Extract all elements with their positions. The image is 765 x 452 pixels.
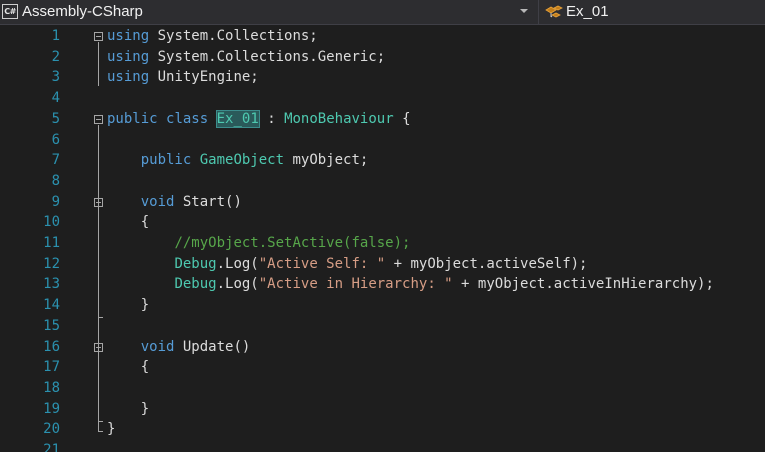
line-number: 7 (51, 152, 60, 169)
code-line[interactable]: { (107, 357, 149, 378)
keyword-token: public (140, 152, 192, 169)
line-number: 13 (43, 276, 60, 293)
collapse-icon[interactable] (94, 198, 103, 207)
keyword-token: using (107, 28, 150, 44)
outline-guide-end (98, 317, 103, 318)
code-token: Update() (174, 338, 251, 355)
code-line[interactable]: } (107, 419, 115, 440)
code-token: .Log( (216, 255, 259, 272)
line-number: 16 (43, 338, 60, 355)
keyword-token: using (107, 48, 150, 65)
outline-guide-end (98, 431, 103, 432)
comment-token: //myObject.SetActive(false); (174, 235, 411, 251)
code-token: { (107, 214, 150, 231)
line-number: 3 (51, 69, 60, 86)
keyword-token: class (166, 110, 209, 127)
code-token: : (258, 110, 285, 127)
code-token: Start() (174, 193, 242, 210)
project-name: Assembly-CSharp (22, 3, 143, 20)
code-line[interactable]: using System.Collections; (107, 26, 318, 47)
collapse-icon[interactable] (94, 115, 103, 124)
collapse-icon[interactable] (94, 343, 103, 352)
type-token: GameObject (199, 152, 285, 169)
outline-guide (98, 42, 99, 86)
line-number: 4 (51, 90, 60, 107)
line-number: 19 (43, 400, 60, 417)
project-dropdown[interactable]: C# Assembly-CSharp (0, 0, 537, 25)
code-token: { (393, 110, 411, 127)
keyword-token: void (140, 338, 175, 355)
code-token: { (107, 359, 150, 376)
code-token: System.Collections; (149, 28, 318, 44)
code-line[interactable]: using UnityEngine; (107, 67, 259, 88)
line-number: 10 (43, 214, 60, 231)
code-token: } (107, 297, 150, 314)
code-token: System.Collections.Generic; (149, 48, 386, 65)
keyword-token: using (107, 69, 150, 86)
line-number: 18 (43, 379, 60, 396)
class-name: Ex_01 (566, 3, 609, 20)
line-number: 6 (51, 131, 60, 148)
string-token: "Active Self: " (258, 255, 386, 272)
code-line[interactable]: } (107, 295, 149, 316)
type-token: Debug (174, 276, 217, 293)
code-line[interactable]: using System.Collections.Generic; (107, 47, 385, 68)
code-line[interactable]: void Update() (107, 337, 251, 358)
collapse-icon[interactable] (94, 32, 103, 41)
line-number-gutter: 1 2 3 4 5 6 7 8 9 10 11 12 13 14 15 16 17 18 19 20 21 (0, 26, 62, 452)
line-number: 14 (43, 297, 60, 314)
code-token: UnityEngine; (149, 69, 259, 86)
line-number: 8 (51, 172, 60, 189)
line-number: 12 (43, 255, 60, 272)
code-area[interactable]: 1 2 3 4 5 6 7 8 9 10 11 12 13 14 15 16 17 18 19 20 21 using … (0, 26, 765, 452)
line-number: 17 (43, 359, 60, 376)
code-line[interactable]: void Start() (107, 192, 242, 213)
code-text[interactable]: using System.Collections; using System.Co… (107, 26, 765, 452)
code-line[interactable]: { (107, 212, 149, 233)
code-line[interactable]: public GameObject myObject; (107, 150, 369, 171)
outline-guide (98, 125, 99, 431)
line-number: 1 (51, 28, 60, 44)
line-number: 9 (51, 193, 60, 210)
code-line[interactable]: Debug.Log("Active in Hierarchy: " + myOb… (107, 274, 714, 295)
code-token: myObject; (284, 152, 369, 169)
code-line[interactable]: } (107, 399, 149, 420)
line-number: 5 (51, 110, 60, 127)
code-token: + myObject.activeSelf); (385, 255, 588, 272)
keyword-token: public (107, 110, 158, 127)
type-token: Debug (174, 255, 217, 272)
keyword-token: void (140, 193, 175, 210)
code-editor-window: C# Assembly-CSharp Ex_01 1 2 3 4 5 6 7 8 9 10 11 12… (0, 0, 765, 452)
code-token: + myObject.activeInHierarchy); (452, 276, 714, 293)
line-number: 11 (43, 235, 60, 251)
line-number: 15 (43, 317, 60, 334)
csharp-project-icon: C# (2, 4, 18, 19)
outline-guide-end (98, 421, 103, 422)
chevron-down-icon[interactable] (520, 9, 528, 13)
line-number: 2 (51, 48, 60, 65)
highlighted-identifier: Ex_01 (215, 109, 260, 128)
type-token: MonoBehaviour (284, 110, 394, 127)
code-token: .Log( (216, 276, 259, 293)
code-token: } (107, 421, 116, 438)
code-line[interactable]: //myObject.SetActive(false); (107, 233, 410, 254)
code-token: } (107, 400, 150, 417)
line-number: 21 (43, 442, 60, 452)
code-line[interactable]: Debug.Log("Active Self: " + myObject.act… (107, 254, 587, 275)
class-member-icon (545, 5, 563, 18)
class-dropdown[interactable]: Ex_01 (538, 0, 765, 25)
line-number: 20 (43, 421, 60, 438)
string-token: "Active in Hierarchy: " (258, 276, 453, 293)
navigation-bar: C# Assembly-CSharp Ex_01 (0, 0, 765, 25)
code-line[interactable]: public class Ex_01 : MonoBehaviour { (107, 109, 411, 130)
